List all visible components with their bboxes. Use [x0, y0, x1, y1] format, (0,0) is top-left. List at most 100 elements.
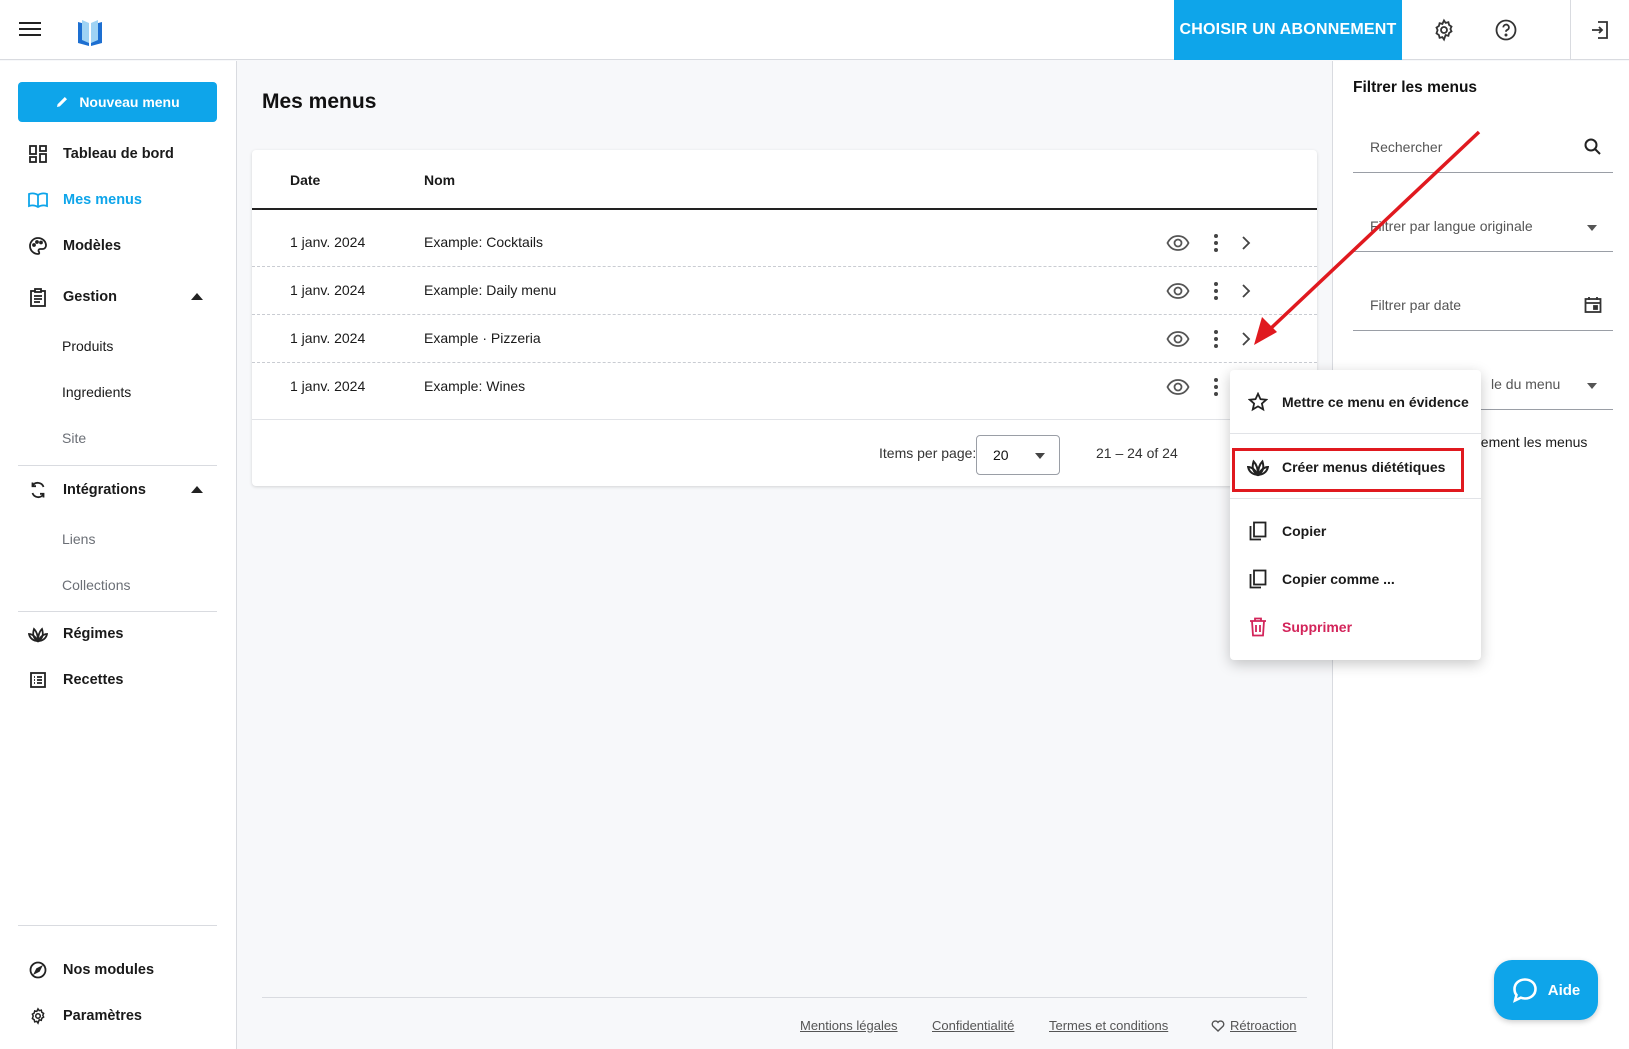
eye-icon[interactable]	[1166, 231, 1190, 255]
nav-site[interactable]: Site	[62, 423, 86, 453]
filter-only-menus-label[interactable]: uement les menus	[1473, 434, 1587, 450]
menu-item-copy-label: Copier	[1282, 523, 1327, 539]
logout-icon[interactable]	[1588, 18, 1612, 42]
nav-templates[interactable]: Modèles	[18, 228, 217, 264]
list-icon	[27, 669, 49, 691]
footer-legal-link[interactable]: Mentions légales	[800, 1018, 898, 1033]
chevron-right-icon[interactable]	[1234, 231, 1258, 255]
nav-modules[interactable]: Nos modules	[18, 952, 217, 988]
new-menu-button[interactable]: Nouveau menu	[18, 82, 217, 122]
top-bar: CHOISIR UN ABONNEMENT	[0, 0, 1629, 60]
table-row[interactable]: 1 janv. 2024 Example · Pizzeria	[252, 315, 1317, 363]
settings-icon[interactable]	[1432, 18, 1456, 42]
chevron-right-icon[interactable]	[1234, 279, 1258, 303]
nav-products[interactable]: Produits	[62, 331, 113, 361]
footer-terms-link[interactable]: Termes et conditions	[1049, 1018, 1168, 1033]
help-label: Aide	[1547, 981, 1581, 999]
sidebar-divider	[18, 465, 217, 466]
copy-icon	[1246, 567, 1270, 591]
eye-icon[interactable]	[1166, 327, 1190, 351]
cell-name: Example · Pizzeria	[424, 330, 541, 346]
menu-item-feature[interactable]: Mettre ce menu en évidence	[1230, 380, 1481, 424]
menu-icon[interactable]	[18, 18, 42, 42]
sidebar-divider	[18, 611, 217, 612]
new-menu-label: Nouveau menu	[79, 94, 180, 110]
logo-icon[interactable]	[76, 18, 104, 48]
items-per-page-value: 20	[993, 447, 1009, 463]
column-header-date[interactable]: Date	[290, 172, 320, 188]
palette-icon	[27, 235, 49, 257]
nav-templates-label: Modèles	[63, 238, 122, 254]
dashboard-icon	[27, 143, 49, 165]
nav-diets-label: Régimes	[63, 626, 124, 642]
search-input[interactable]: Rechercher	[1370, 139, 1442, 155]
nav-dashboard[interactable]: Tableau de bord	[18, 136, 217, 172]
nav-links[interactable]: Liens	[62, 524, 95, 554]
menu-divider	[1230, 433, 1481, 434]
nav-settings[interactable]: Paramètres	[18, 998, 217, 1034]
dropdown-arrow-icon	[1587, 383, 1597, 389]
copy-icon	[1246, 519, 1270, 543]
menu-item-copy-as[interactable]: Copier comme ...	[1230, 557, 1481, 601]
filter-style-label: le du menu	[1491, 376, 1561, 392]
menu-divider	[1230, 498, 1481, 499]
nav-ingredients[interactable]: Ingredients	[62, 377, 131, 407]
gear-icon	[27, 1005, 49, 1027]
collapse-caret-icon[interactable]	[191, 486, 203, 493]
pagination-range: 21 – 24 of 24	[1096, 445, 1178, 461]
trash-icon	[1246, 615, 1270, 639]
nav-modules-label: Nos modules	[63, 962, 155, 978]
nav-integrations[interactable]: Intégrations	[18, 472, 217, 508]
cell-name: Example: Wines	[424, 378, 526, 394]
collapse-caret-icon[interactable]	[191, 293, 203, 300]
nav-management-label: Gestion	[63, 289, 117, 305]
sidebar-divider	[18, 925, 217, 926]
menu-item-delete[interactable]: Supprimer	[1230, 605, 1481, 649]
filter-language-select[interactable]: Filtrer par langue originale	[1353, 194, 1613, 252]
calendar-icon[interactable]	[1583, 295, 1603, 315]
filter-date-label: Filtrer par date	[1370, 297, 1462, 313]
nav-management[interactable]: Gestion	[18, 279, 217, 315]
table-row[interactable]: 1 janv. 2024 Example: Daily menu	[252, 267, 1317, 315]
heart-icon	[1211, 1020, 1225, 1032]
nav-recipes[interactable]: Recettes	[18, 662, 217, 698]
footer-divider	[262, 997, 1307, 998]
footer-privacy-link[interactable]: Confidentialité	[932, 1018, 1014, 1033]
nav-dashboard-label: Tableau de bord	[63, 146, 174, 162]
annotation-highlight-box	[1232, 448, 1464, 492]
row-context-menu: Mettre ce menu en évidence Créer menus d…	[1230, 370, 1481, 660]
cell-name: Example: Daily menu	[424, 282, 557, 298]
nav-recipes-label: Recettes	[63, 672, 124, 688]
footer-feedback-link[interactable]: Rétroaction	[1230, 1018, 1296, 1033]
nav-collections[interactable]: Collections	[62, 570, 130, 600]
top-divider	[1570, 0, 1571, 60]
column-header-name[interactable]: Nom	[424, 172, 455, 188]
filter-search-field[interactable]: Rechercher	[1353, 115, 1613, 173]
more-vertical-icon[interactable]	[1204, 231, 1228, 255]
chevron-right-icon[interactable]	[1234, 327, 1258, 351]
chat-bubble-icon	[1512, 978, 1537, 1003]
table-row[interactable]: 1 janv. 2024 Example: Wines	[252, 363, 1317, 411]
menu-item-feature-label: Mettre ce menu en évidence	[1282, 394, 1469, 410]
table-row[interactable]: 1 janv. 2024 Example: Cocktails	[252, 219, 1317, 267]
filter-date-field[interactable]: Filtrer par date	[1353, 273, 1613, 331]
help-chat-button[interactable]: Aide	[1494, 960, 1598, 1020]
more-vertical-icon[interactable]	[1204, 375, 1228, 399]
items-per-page-label: Items per page:	[879, 445, 977, 461]
search-icon[interactable]	[1583, 137, 1603, 157]
cell-date: 1 janv. 2024	[290, 330, 366, 346]
cell-date: 1 janv. 2024	[290, 378, 366, 394]
more-vertical-icon[interactable]	[1204, 327, 1228, 351]
nav-diets[interactable]: Régimes	[18, 616, 217, 652]
clipboard-icon	[27, 286, 49, 308]
subscribe-button[interactable]: CHOISIR UN ABONNEMENT	[1174, 0, 1402, 60]
book-open-icon	[27, 189, 49, 211]
help-circle-icon[interactable]	[1494, 18, 1518, 42]
more-vertical-icon[interactable]	[1204, 279, 1228, 303]
items-per-page-select[interactable]: 20	[976, 435, 1060, 475]
menu-item-copy[interactable]: Copier	[1230, 509, 1481, 553]
eye-icon[interactable]	[1166, 375, 1190, 399]
leaf-icon	[27, 623, 49, 645]
eye-icon[interactable]	[1166, 279, 1190, 303]
nav-my-menus[interactable]: Mes menus	[18, 182, 217, 218]
